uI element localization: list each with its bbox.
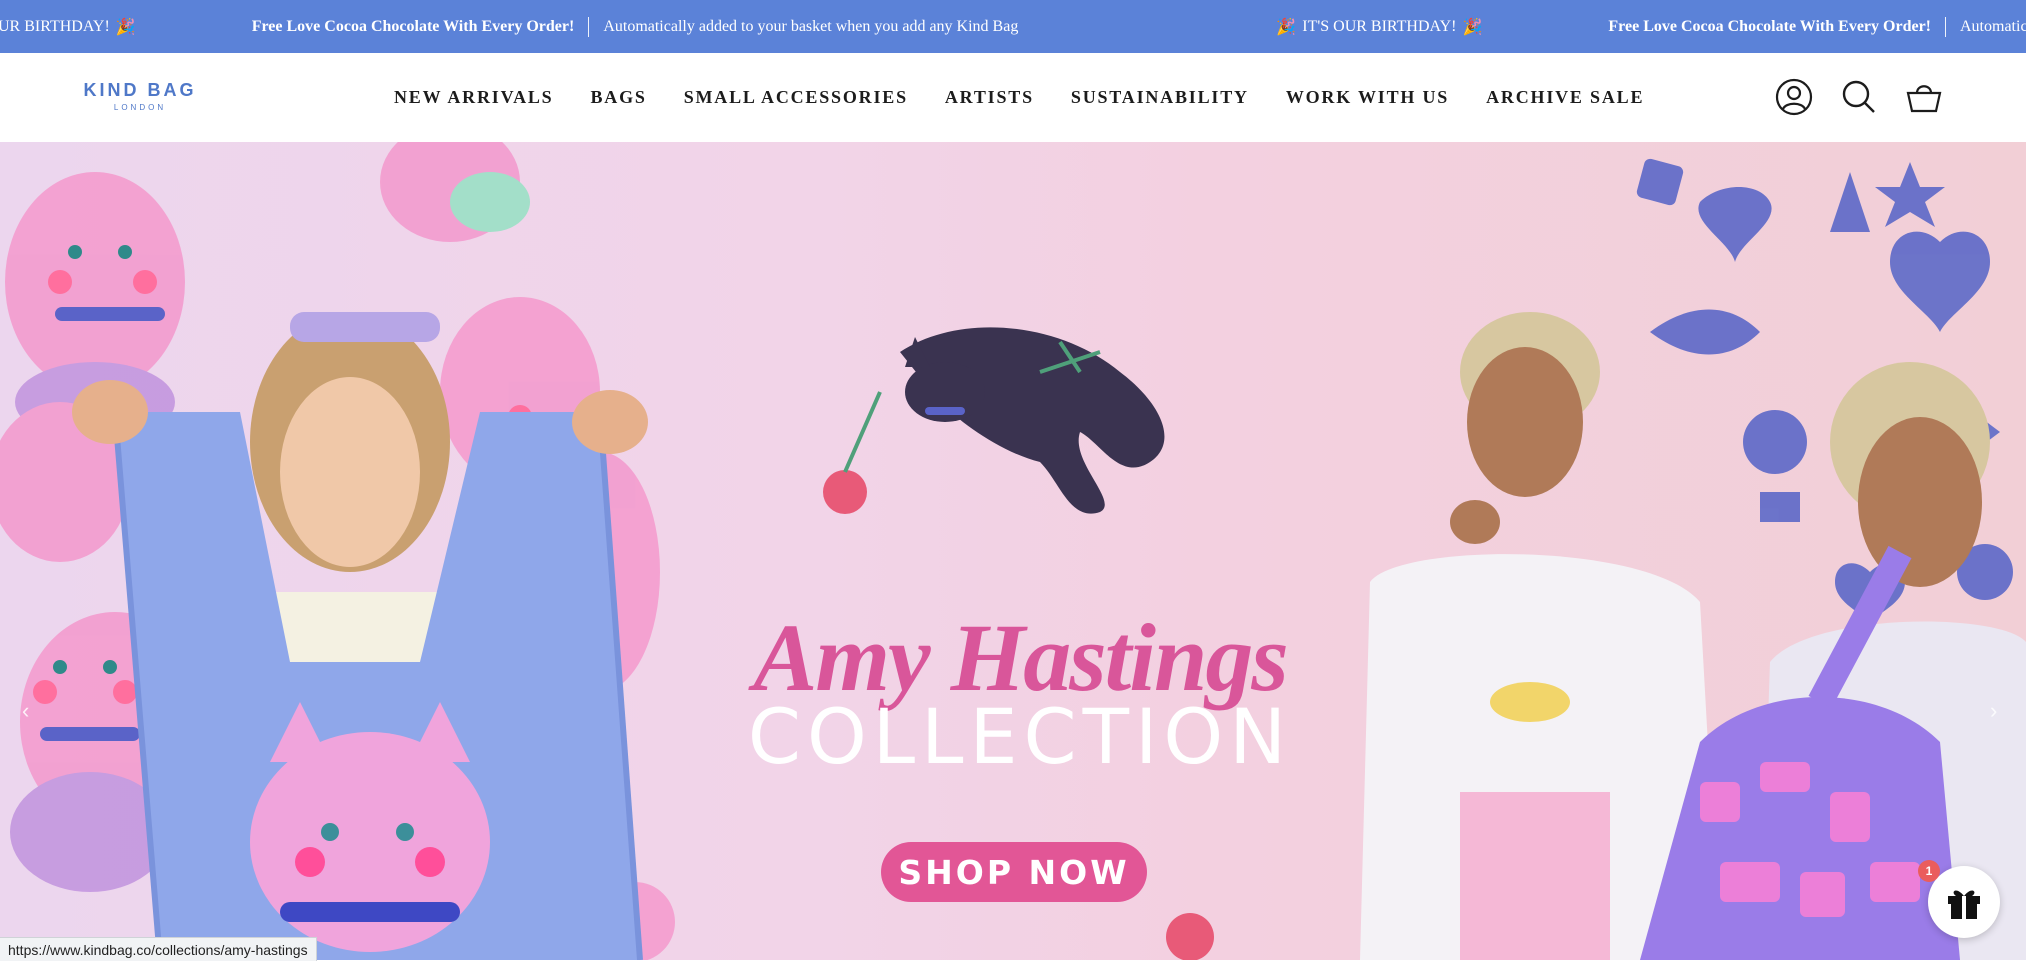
status-url: https://www.kindbag.co/collections/amy-h…	[0, 937, 317, 961]
announcement-bar: UR BIRTHDAY! 🎉 Free Love Cocoa Chocolate…	[0, 0, 2026, 53]
announcement-offer: Free Love Cocoa Chocolate With Every Ord…	[251, 17, 575, 35]
announcement-divider	[588, 16, 590, 37]
nav-archive-sale[interactable]: ARCHIVE SALE	[1486, 87, 1644, 108]
party-popper-icon: 🎉	[1462, 18, 1483, 36]
shop-now-button[interactable]: SHOP NOW	[881, 842, 1147, 902]
announcement-divider	[1945, 16, 1946, 37]
announcement-detail: Automatically added to your basket when …	[603, 17, 1019, 35]
logo-brand: KIND BAG	[83, 80, 197, 100]
hero-banner[interactable]: Amy Hastings COLLECTION SHOP NOW ‹ ›	[0, 142, 2026, 960]
logo-sub: LONDON	[113, 103, 167, 112]
search-icon[interactable]	[1839, 77, 1879, 117]
site-header: KIND BAG LONDON NEW ARRIVALS BAGS SMALL …	[0, 53, 2026, 143]
announcement-birthday: 🎉 IT'S OUR BIRTHDAY! 🎉	[1276, 17, 1483, 36]
hero-title-collection: COLLECTION	[747, 692, 1293, 781]
carousel-next-button[interactable]: ›	[1990, 698, 1997, 724]
nav-work-with-us[interactable]: WORK WITH US	[1286, 87, 1449, 108]
nav-artists[interactable]: ARTISTS	[945, 87, 1034, 108]
announcement-detail: Automatic	[1960, 17, 2026, 35]
header-icons	[1774, 77, 1944, 117]
gift-widget-button[interactable]	[1928, 866, 2000, 938]
nav-sustainability[interactable]: SUSTAINABILITY	[1071, 87, 1249, 108]
announcement-birthday: UR BIRTHDAY! 🎉	[0, 17, 136, 36]
main-nav: NEW ARRIVALS BAGS SMALL ACCESSORIES ARTI…	[394, 87, 1681, 108]
gift-icon	[1948, 890, 1980, 919]
hero-illustration	[0, 142, 2026, 960]
party-popper-icon: 🎉	[115, 18, 136, 36]
basket-icon[interactable]	[1904, 77, 1944, 117]
account-icon[interactable]	[1774, 77, 1814, 117]
gift-badge: 1	[1918, 860, 1940, 882]
nav-bags[interactable]: BAGS	[590, 87, 646, 108]
nav-new-arrivals[interactable]: NEW ARRIVALS	[394, 87, 553, 108]
logo[interactable]: KIND BAG LONDON	[76, 80, 204, 112]
nav-small-accessories[interactable]: SMALL ACCESSORIES	[684, 87, 908, 108]
carousel-prev-button[interactable]: ‹	[22, 698, 29, 724]
announcement-offer: Free Love Cocoa Chocolate With Every Ord…	[1608, 17, 1931, 35]
party-popper-icon: 🎉	[1276, 18, 1297, 36]
